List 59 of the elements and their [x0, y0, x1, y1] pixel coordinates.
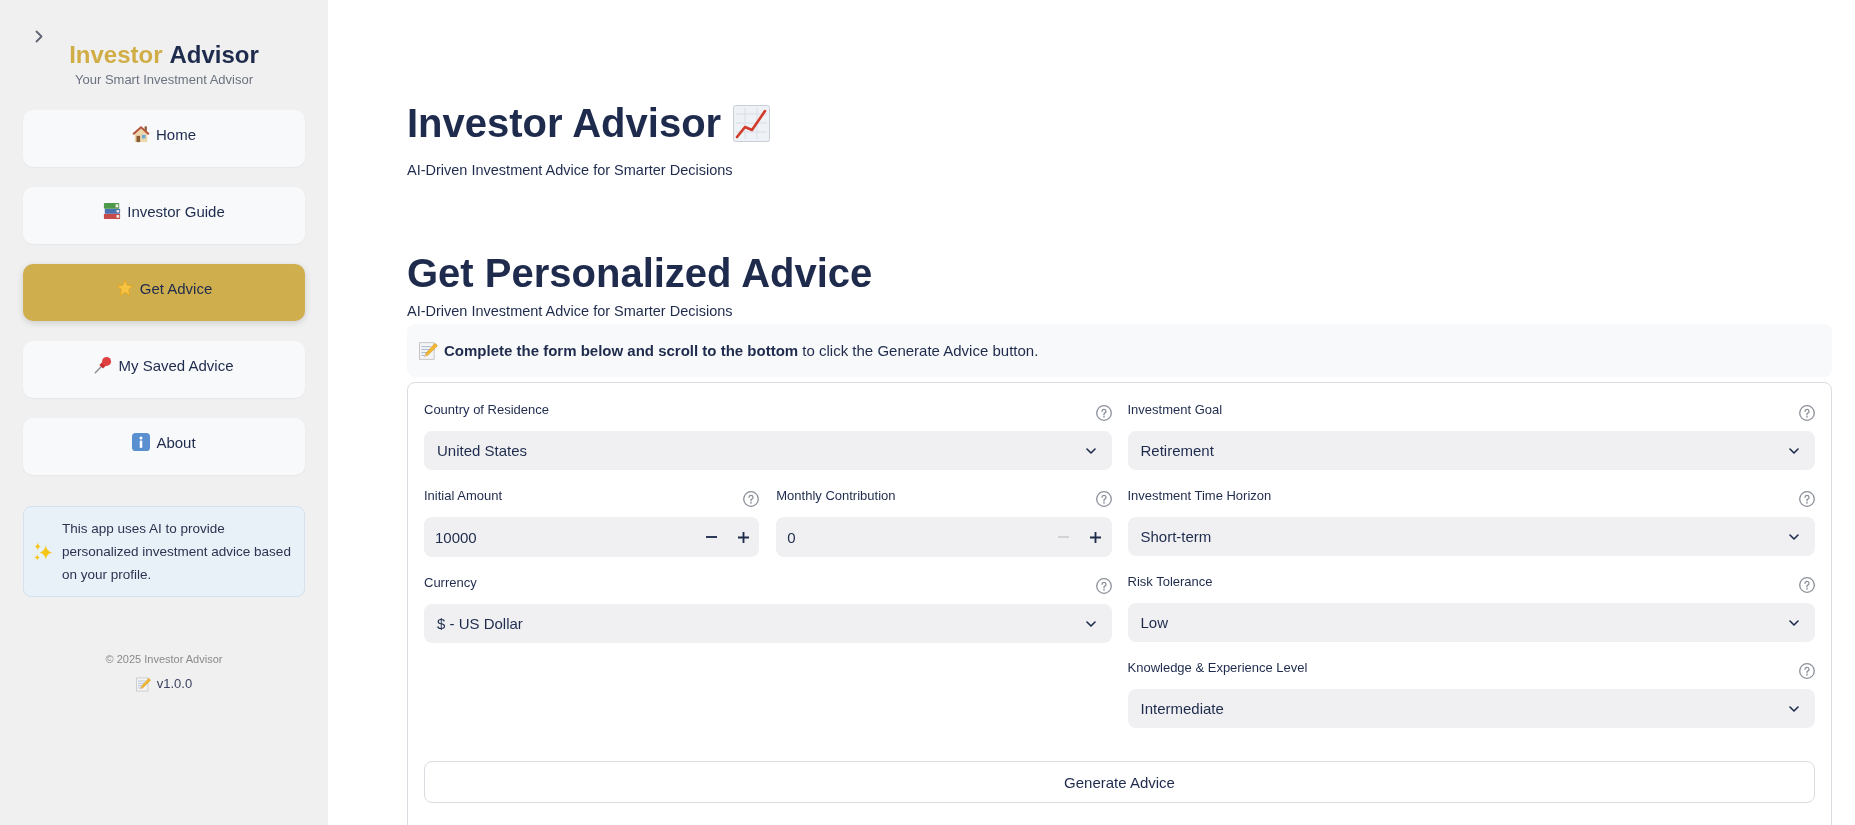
help-icon[interactable] [1799, 577, 1815, 593]
plus-icon [1090, 531, 1101, 543]
page-title: Investor Advisor [407, 100, 722, 147]
sparkles-icon [34, 542, 53, 561]
field-label: Knowledge & Experience Level [1127, 659, 1308, 677]
chevron-down-icon [1085, 447, 1096, 454]
help-icon[interactable] [743, 491, 760, 507]
app-title: Investor Advisor [69, 40, 259, 70]
memo-icon [135, 676, 151, 692]
help-icon[interactable] [1095, 491, 1112, 507]
generate-advice-button[interactable]: Generate Advice [424, 761, 1815, 803]
field-label: Investment Goal [1127, 401, 1223, 419]
help-icon[interactable] [1799, 491, 1815, 507]
nav-button[interactable]: Get Advice [23, 264, 305, 321]
nav-button[interactable]: Home [23, 110, 305, 167]
nav-button[interactable]: Investor Guide [23, 187, 305, 244]
help-icon[interactable] [1799, 405, 1815, 421]
field-label: Initial Amount [424, 487, 503, 505]
nav-button[interactable]: About [23, 418, 305, 475]
chevron-down-icon [1085, 620, 1096, 627]
chevron-down-icon [1789, 619, 1799, 626]
chevron-right-icon[interactable] [35, 30, 43, 43]
field-label: Monthly Contribution [776, 487, 896, 505]
info-icon [132, 433, 151, 451]
dropdown-select[interactable]: Intermediate [1127, 689, 1815, 728]
books-icon [103, 202, 122, 220]
pushpin-icon [94, 356, 113, 374]
instruction-text: Complete the form below and scroll to the bottom to click the Generate Advice button. [444, 342, 1039, 359]
dropdown-select[interactable]: United States [424, 431, 1112, 470]
star-icon [115, 279, 134, 297]
help-icon[interactable] [1095, 578, 1112, 594]
field-label: Investment Time Horizon [1127, 487, 1272, 505]
number-input-field[interactable]: 10000 [424, 517, 760, 557]
number-input-field[interactable]: 0 [776, 517, 1112, 557]
app-tagline: Your Smart Investment Advisor [75, 71, 253, 89]
chevron-down-icon [1789, 447, 1799, 454]
minus-icon [705, 536, 717, 538]
chart-increasing-icon [733, 104, 771, 142]
chevron-down-icon [1789, 533, 1799, 540]
dropdown-select[interactable]: $ - US Dollar [424, 604, 1112, 643]
field-label: Country of Residence [424, 401, 549, 419]
section-subtitle: AI-Driven Investment Advice for Smarter Decisions [407, 302, 734, 321]
dropdown-select[interactable]: Retirement [1127, 431, 1815, 470]
field-label: Currency [424, 574, 477, 592]
page-subtitle: AI-Driven Investment Advice for Smarter Decisions [407, 161, 734, 180]
plus-icon [737, 531, 749, 543]
house-icon [132, 125, 150, 143]
info-text: This app uses AI to provide personalized investment advice based on your profile. [62, 520, 292, 584]
copyright-text: © 2025 Investor Advisor [105, 652, 223, 667]
memo-icon [419, 341, 438, 360]
help-icon[interactable] [1095, 405, 1112, 421]
dropdown-select[interactable]: Low [1127, 603, 1815, 642]
help-icon[interactable] [1799, 663, 1815, 679]
field-label: Risk Tolerance [1127, 573, 1213, 591]
version-text: v1.0.0 [156, 675, 193, 693]
nav-button[interactable]: My Saved Advice [23, 341, 305, 398]
section-title: Get Personalized Advice [407, 250, 874, 296]
chevron-down-icon [1789, 705, 1799, 712]
dropdown-select[interactable]: Short-term [1127, 517, 1815, 556]
